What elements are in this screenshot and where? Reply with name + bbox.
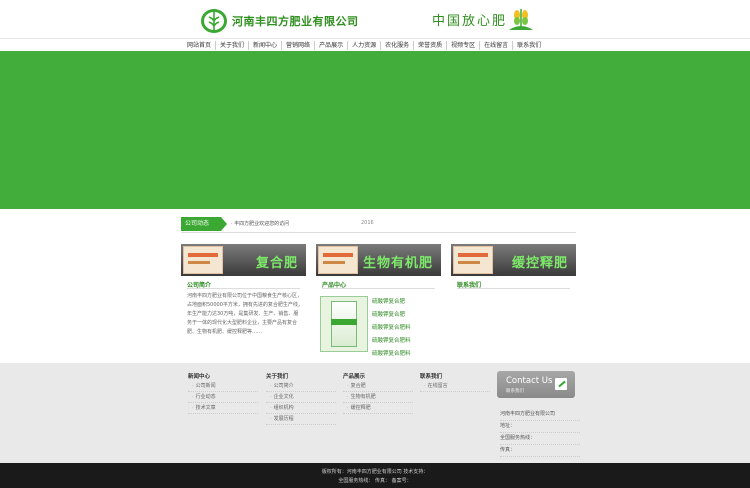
contact-line: 地址： [500, 421, 580, 433]
divider [181, 232, 576, 233]
footer-column-contact: 联系我们 在线留言 [420, 373, 490, 392]
box-title: 复合肥 [255, 256, 298, 271]
footer-column-title[interactable]: 联系我们 [420, 373, 490, 381]
company-name[interactable]: 河南丰四方肥业有限公司 [232, 13, 359, 29]
nav-item-video[interactable]: 视频专区 [447, 41, 481, 50]
news-tab-label[interactable]: 公司动态 [181, 217, 221, 231]
copyright-bar: 版权所有：河南丰四方肥业有限公司 技术支持： 全国服务热线： 传真： 备案号： [0, 463, 750, 488]
box-title: 缓控释肥 [511, 256, 568, 271]
footer-column-title[interactable]: 关于我们 [266, 373, 336, 381]
news-ticker: 公司动态 · 丰四方肥业欢迎您的访问 2016 [181, 215, 576, 233]
footer-link[interactable]: 在线留言 [420, 381, 490, 392]
box-header[interactable]: 生物有机肥 [316, 244, 441, 276]
copyright-text: 版权所有：河南丰四方肥业有限公司 技术支持： [321, 469, 429, 475]
fertilizer-bag-image[interactable] [320, 296, 368, 352]
nav-item-network[interactable]: 营销网络 [282, 41, 316, 50]
footer-link[interactable]: 公司新闻 [188, 381, 258, 392]
hotline-text: 全国服务热线： 传真： 备案号： [338, 478, 412, 484]
nav-item-products[interactable]: 产品展示 [315, 41, 349, 50]
site-footer: 新闻中心 公司新闻 行业动态 技术文章 关于我们 公司简介 企业文化 组织机构 … [0, 363, 750, 463]
contact-us-title: Contact Us [506, 376, 553, 386]
box-header[interactable]: 复合肥 [181, 244, 306, 276]
site-header: 河南丰四方肥业有限公司 中国放心肥 [0, 0, 750, 38]
news-headline[interactable]: · 丰四方肥业欢迎您的访问 [231, 220, 289, 227]
footer-column-title[interactable]: 新闻中心 [188, 373, 258, 381]
nav-item-news[interactable]: 新闻中心 [249, 41, 283, 50]
contact-line: 全国服务热线： [500, 433, 580, 445]
logo-icon[interactable] [200, 8, 228, 34]
footer-link[interactable]: 行业动态 [188, 392, 258, 403]
nav-item-message[interactable]: 在线留言 [480, 41, 514, 50]
product-link[interactable]: 硫酸钾复合肥 [372, 296, 411, 309]
news-tab-arrow-icon [221, 217, 227, 231]
footer-link[interactable]: 企业文化 [266, 392, 336, 403]
footer-link[interactable]: 复合肥 [343, 381, 413, 392]
contact-info: 河南丰四方肥业有限公司 地址： 全国服务热线： 传真： [500, 409, 580, 457]
footer-column-title[interactable]: 产品展示 [343, 373, 413, 381]
nav-item-about[interactable]: 关于我们 [216, 41, 250, 50]
nav-item-service[interactable]: 农化服务 [381, 41, 415, 50]
contact-line: 河南丰四方肥业有限公司 [500, 409, 580, 421]
nav-item-honors[interactable]: 荣誉资质 [414, 41, 448, 50]
footer-link[interactable]: 公司简介 [266, 381, 336, 392]
box-header[interactable]: 缓控释肥 [451, 244, 576, 276]
company-intro-box: 复合肥 公司简介 河南丰四方肥业有限公司位于中国粮食生产核心区，占地面积5000… [181, 244, 306, 356]
product-thumbnail [318, 246, 358, 274]
wheat-emblem-icon [509, 9, 533, 30]
edit-note-icon [555, 378, 567, 390]
footer-column-products: 产品展示 复合肥 生物有机肥 缓控释肥 [343, 373, 413, 414]
company-intro-text: 河南丰四方肥业有限公司位于中国粮食生产核心区，占地面积50000平方米，拥有先进… [187, 293, 303, 335]
footer-link[interactable]: 缓控释肥 [343, 403, 413, 414]
footer-link[interactable]: 技术文章 [188, 403, 258, 414]
divider [187, 288, 300, 289]
main-nav: 网站首页 关于我们 新闻中心 营销网络 产品展示 人力资源 农化服务 荣誉资质 … [0, 38, 750, 51]
contact-box: 缓控释肥 联系我们 [451, 244, 576, 356]
product-link[interactable]: 硫酸钾复合肥料 [372, 322, 411, 335]
nav-item-home[interactable]: 网站首页 [183, 41, 217, 50]
product-link[interactable]: 硫酸钾复合肥料 [372, 335, 411, 348]
hero-banner [0, 51, 750, 209]
footer-column-news: 新闻中心 公司新闻 行业动态 技术文章 [188, 373, 258, 414]
contact-us-button[interactable]: Contact Us 联系我们 [497, 371, 575, 398]
contact-line: 传真： [500, 445, 580, 457]
nav-list: 网站首页 关于我们 新闻中心 营销网络 产品展示 人力资源 农化服务 荣誉资质 … [183, 41, 545, 50]
contact-us-subtitle: 联系我们 [506, 389, 524, 394]
footer-link[interactable]: 发展历程 [266, 414, 336, 425]
news-date: 2016 [361, 220, 374, 226]
product-center-box: 生物有机肥 产品中心 硫酸钾复合肥 硫酸钾复合肥 硫酸钾复合肥料 硫酸钾复合肥料… [316, 244, 441, 357]
footer-link[interactable]: 生物有机肥 [343, 392, 413, 403]
product-link[interactable]: 硫酸钾复合肥料 [372, 348, 411, 361]
divider [322, 288, 435, 289]
divider [457, 288, 570, 289]
product-thumbnail [453, 246, 493, 274]
nav-item-hr[interactable]: 人力资源 [348, 41, 382, 50]
footer-column-about: 关于我们 公司简介 企业文化 组织机构 发展历程 [266, 373, 336, 425]
footer-link[interactable]: 组织机构 [266, 403, 336, 414]
box-title: 生物有机肥 [362, 256, 433, 271]
product-link[interactable]: 硫酸钾复合肥 [372, 309, 411, 322]
product-list: 硫酸钾复合肥 硫酸钾复合肥 硫酸钾复合肥料 硫酸钾复合肥料 硫酸钾复合肥料 [372, 296, 411, 361]
nav-item-contact[interactable]: 联系我们 [513, 41, 545, 50]
slogan-text: 中国放心肥 [432, 14, 508, 29]
product-thumbnail [183, 246, 223, 274]
